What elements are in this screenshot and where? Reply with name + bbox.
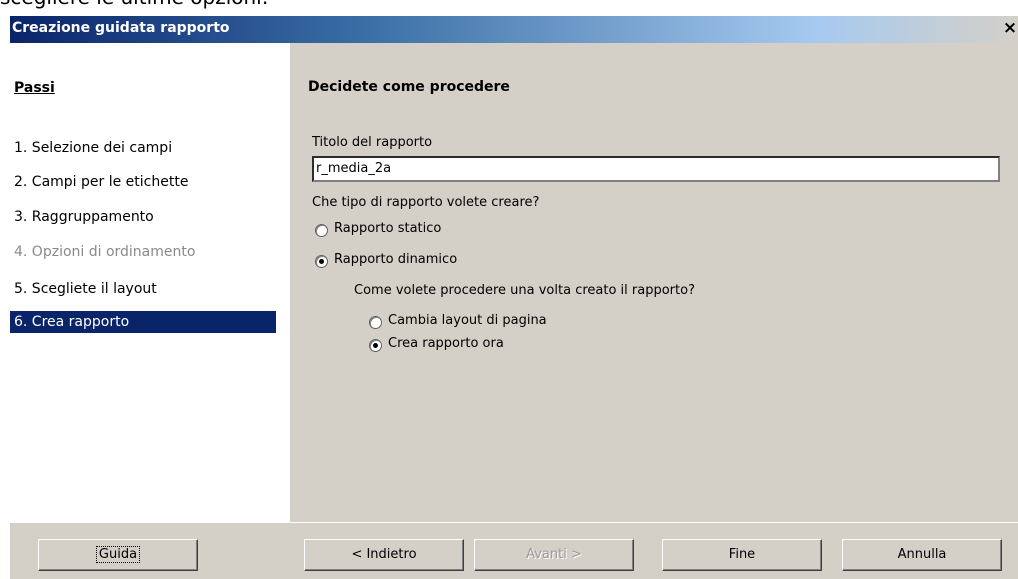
report-title-label: Titolo del rapporto: [312, 135, 433, 150]
edit-layout-radio[interactable]: [369, 316, 382, 329]
report-type-question: Che tipo di rapporto volete creare?: [312, 195, 540, 210]
page-caption: scegliere le ultime opzioni:: [0, 0, 268, 8]
step-choose-layout[interactable]: 5. Scegliete il layout: [10, 278, 157, 300]
static-report-radio[interactable]: [315, 224, 328, 237]
title-bar: Creazione guidata rapporto ×: [10, 16, 1018, 43]
step-create-report[interactable]: 6. Crea rapporto: [10, 311, 276, 333]
step-field-selection[interactable]: 1. Selezione dei campi: [10, 137, 172, 159]
steps-title: Passi: [14, 80, 55, 96]
steps-pane: Passi 1. Selezione dei campi 2. Campi pe…: [10, 43, 290, 522]
cancel-button[interactable]: Annulla: [842, 539, 1002, 571]
static-report-label[interactable]: Rapporto statico: [334, 221, 441, 236]
step-sort-options: 4. Opzioni di ordinamento: [14, 244, 196, 260]
content-panel: Decidete come procedere Titolo del rappo…: [290, 43, 1018, 522]
create-now-radio[interactable]: [369, 339, 382, 352]
dynamic-report-radio[interactable]: [315, 255, 328, 268]
edit-layout-label[interactable]: Cambia layout di pagina: [388, 313, 547, 328]
close-icon[interactable]: ×: [1002, 17, 1018, 39]
help-button[interactable]: Guida: [38, 539, 198, 571]
next-button: Avanti >: [474, 539, 634, 571]
panel-title: Decidete come procedere: [308, 79, 510, 95]
help-button-label: Guida: [95, 546, 141, 563]
step-grouping[interactable]: 3. Raggruppamento: [10, 206, 154, 228]
window-title: Creazione guidata rapporto: [12, 20, 230, 36]
step-label-fields[interactable]: 2. Campi per le etichette: [10, 171, 188, 193]
finish-button[interactable]: Fine: [662, 539, 822, 571]
create-now-label[interactable]: Crea rapporto ora: [388, 336, 504, 351]
dynamic-report-label[interactable]: Rapporto dinamico: [334, 252, 457, 267]
report-title-input[interactable]: r_media_2a: [312, 156, 1000, 182]
button-bar: Guida < Indietro Avanti > Fine Annulla: [10, 522, 1018, 579]
back-button[interactable]: < Indietro: [304, 539, 464, 571]
report-wizard-dialog: Creazione guidata rapporto × Passi 1. Se…: [10, 16, 1018, 579]
dynamic-followup-question: Come volete procedere una volta creato i…: [354, 283, 695, 298]
